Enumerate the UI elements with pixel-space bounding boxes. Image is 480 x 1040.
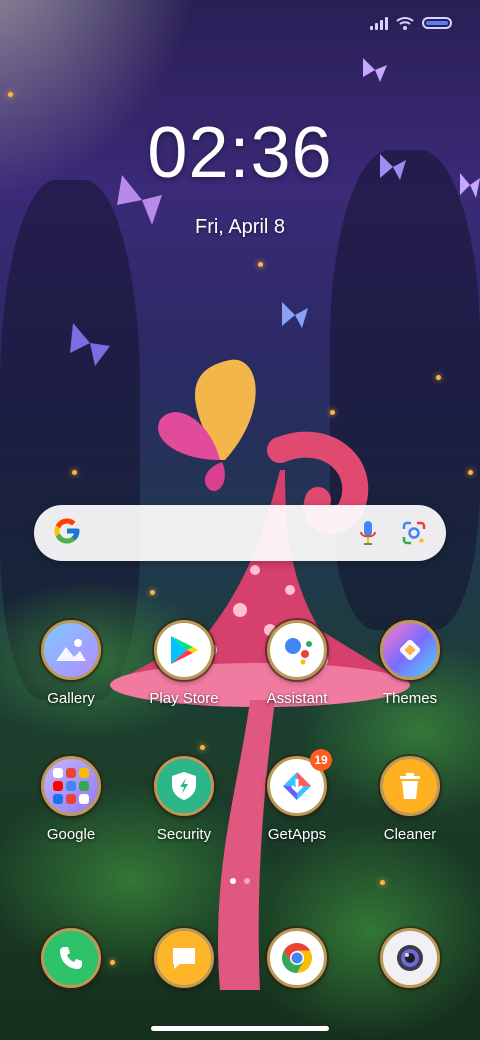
phone-icon <box>41 928 101 988</box>
google-logo-icon <box>52 516 82 551</box>
app-themes[interactable]: Themes <box>355 620 465 707</box>
notification-badge: 19 <box>310 749 332 771</box>
cleaner-icon <box>380 756 440 816</box>
dock-phone[interactable] <box>16 928 126 988</box>
camera-icon <box>380 928 440 988</box>
gallery-icon <box>41 620 101 680</box>
app-label: Security <box>156 826 212 843</box>
security-icon <box>154 756 214 816</box>
chrome-icon <box>267 928 327 988</box>
home-indicator[interactable] <box>151 1026 329 1031</box>
app-getapps[interactable]: 19 GetApps <box>242 749 352 843</box>
google-folder-icon <box>41 756 101 816</box>
wifi-icon <box>396 17 414 30</box>
page-dot-active <box>230 878 236 884</box>
app-google-folder[interactable]: Google <box>16 756 126 843</box>
getapps-icon: 19 <box>267 749 332 816</box>
app-label: Assistant <box>266 690 328 707</box>
app-label: GetApps <box>267 826 327 843</box>
app-security[interactable]: Security <box>129 756 239 843</box>
app-label: Cleaner <box>383 826 437 843</box>
signal-icon <box>370 16 388 30</box>
app-label: Play Store <box>149 690 219 707</box>
battery-icon <box>422 17 452 29</box>
dock-chrome[interactable] <box>242 928 352 988</box>
themes-icon <box>380 620 440 680</box>
app-label: Gallery <box>47 690 95 707</box>
page-indicator <box>0 878 480 884</box>
dock-messages[interactable] <box>129 928 239 988</box>
lens-icon[interactable] <box>400 519 428 547</box>
google-search-bar[interactable] <box>34 505 446 561</box>
dock-camera[interactable] <box>355 928 465 988</box>
app-gallery[interactable]: Gallery <box>16 620 126 707</box>
messages-icon <box>154 928 214 988</box>
clock-date[interactable]: Fri, April 8 <box>0 216 480 239</box>
page-dot <box>244 878 250 884</box>
app-label: Themes <box>382 690 438 707</box>
app-assistant[interactable]: Assistant <box>242 620 352 707</box>
app-label: Google <box>46 826 96 843</box>
play-store-icon <box>154 620 214 680</box>
clock-time[interactable]: 02:36 <box>0 112 480 194</box>
search-input[interactable] <box>94 523 336 543</box>
app-cleaner[interactable]: Cleaner <box>355 756 465 843</box>
assistant-icon <box>267 620 327 680</box>
mic-icon[interactable] <box>354 519 382 547</box>
status-bar <box>370 16 452 30</box>
app-play-store[interactable]: Play Store <box>129 620 239 707</box>
